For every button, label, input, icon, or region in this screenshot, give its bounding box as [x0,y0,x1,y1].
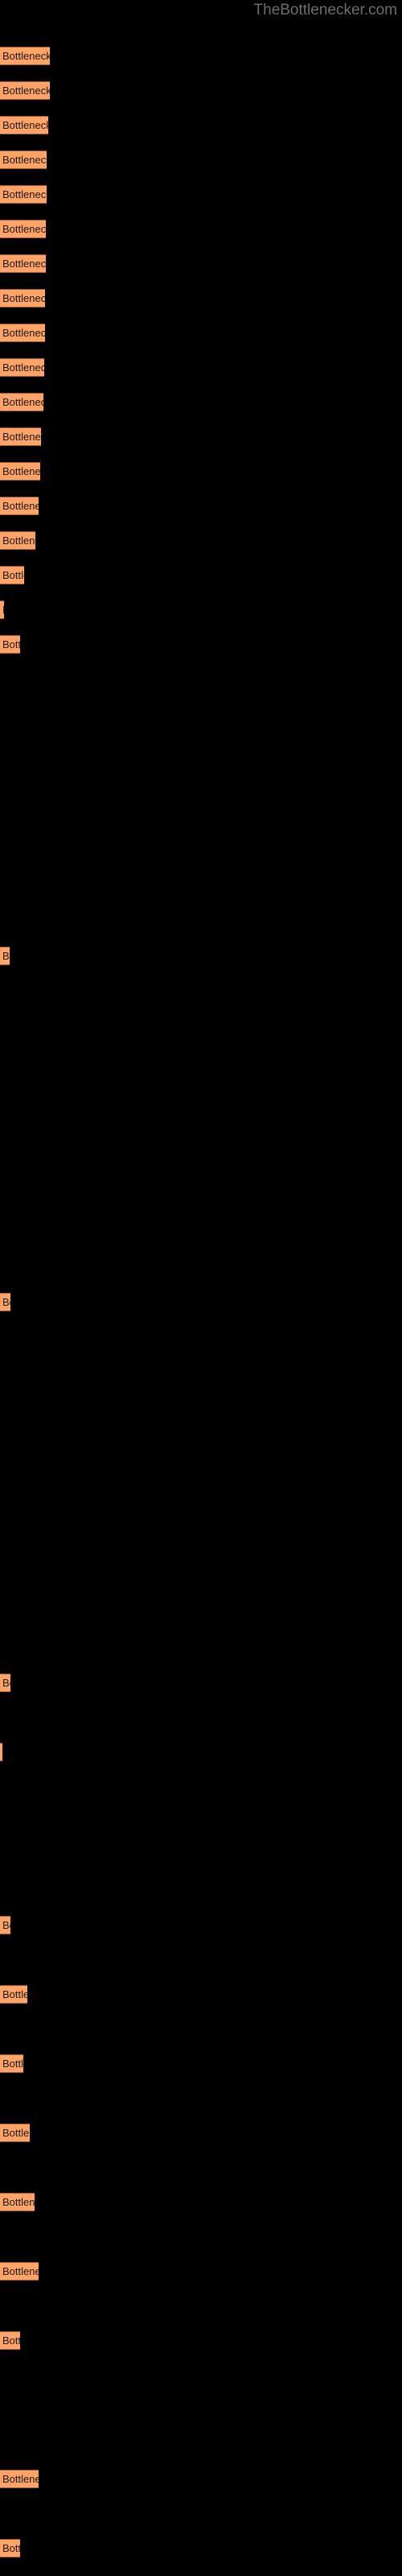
bar[interactable]: Bottleneck result [0,635,20,654]
bar-label: Bottleneck result [2,1677,10,1689]
bar-label: Bottleneck result [2,601,4,618]
bar-label: Bottleneck result [2,638,20,650]
bar[interactable]: Bottleneck result [0,601,4,619]
bar-label: Bottleneck result [2,119,48,131]
bar-label: Bottleneck result [2,188,47,200]
bar[interactable]: Bottleneck result [0,2470,39,2488]
bar-label: Bottleneck result [2,396,43,408]
bar[interactable]: Bottleneck result [0,427,41,446]
bar-label: Bottleneck result [2,1296,10,1308]
bar[interactable]: Bottleneck result [0,358,44,377]
bar-label: Bottleneck result [2,431,41,443]
bar[interactable]: Bottleneck result [0,2331,20,2350]
bar-label: Bottleneck result [2,2127,30,2139]
bar-label: Bottleneck result [2,535,35,547]
bar[interactable]: Bottleneck result [0,1916,10,1934]
bar-label: Bottleneck result [2,500,39,512]
bar[interactable]: Bottleneck result [0,531,35,550]
bar[interactable]: Bottleneck result [0,2054,23,2073]
bar-label: Bottleneck result [2,154,47,166]
bar[interactable]: Bottleneck result [0,497,39,515]
bar-label: Bottleneck result [2,1988,27,2000]
bar[interactable]: Bottleneck result [0,2262,39,2281]
bar-label: Bottleneck result [2,50,50,62]
bar-label: Bottleneck result [2,2334,20,2347]
bar-chart: TheBottlenecker.com Bottleneck resultBot… [0,0,402,2576]
bar-label: Bottleneck result [2,1919,10,1931]
bar-label: Bottleneck result [2,258,46,270]
bar[interactable]: Bottleneck result [0,116,48,134]
bar[interactable]: Bottleneck result [0,151,47,169]
bar-label: Bottleneck result [2,2196,35,2208]
bar[interactable]: Bottleneck result [0,324,45,342]
bar[interactable]: Bottleneck result [0,220,46,238]
bar[interactable]: Bottleneck result [0,1743,2,1761]
bar-label: Bottleneck result [2,2542,20,2554]
bar[interactable]: Bottleneck result [0,1674,10,1692]
bar-label: Bottleneck result [2,2473,39,2485]
plot-area: Bottleneck result Bottleneck result Bottle… [0,0,402,2576]
bar-label: Bottleneck result [2,223,46,235]
bar-label: Bottleneck result [2,569,24,581]
bar[interactable]: Bottleneck result [0,289,45,308]
bar-label: Bottleneck result [2,327,45,339]
bar[interactable]: Bottleneck result [0,566,24,584]
bar[interactable]: Bottleneck result [0,2193,35,2211]
bar[interactable]: Bottleneck result [0,947,10,965]
bar[interactable]: Bottleneck result [0,47,50,65]
bar-label: Bottleneck result [2,292,45,304]
bar[interactable]: Bottleneck result [0,81,50,100]
bar-label: Bottleneck result [2,465,40,477]
bar[interactable]: Bottleneck result [0,2124,30,2142]
bar-label: Bottleneck result [2,85,50,97]
bar[interactable]: Bottleneck result [0,2539,20,2557]
bar[interactable]: Bottleneck result [0,393,43,411]
bar[interactable]: Bottleneck result [0,1293,10,1311]
bar-label: Bottleneck result [2,950,10,962]
bar[interactable]: Bottleneck result [0,185,47,204]
bar-label: Bottleneck result [2,361,44,374]
bar-label: Bottleneck result [2,2265,39,2277]
bar[interactable]: Bottleneck result [0,1985,27,2004]
bar[interactable]: Bottleneck result [0,254,46,273]
bar-label: Bottleneck result [2,2058,23,2070]
bar[interactable]: Bottleneck result [0,462,40,481]
